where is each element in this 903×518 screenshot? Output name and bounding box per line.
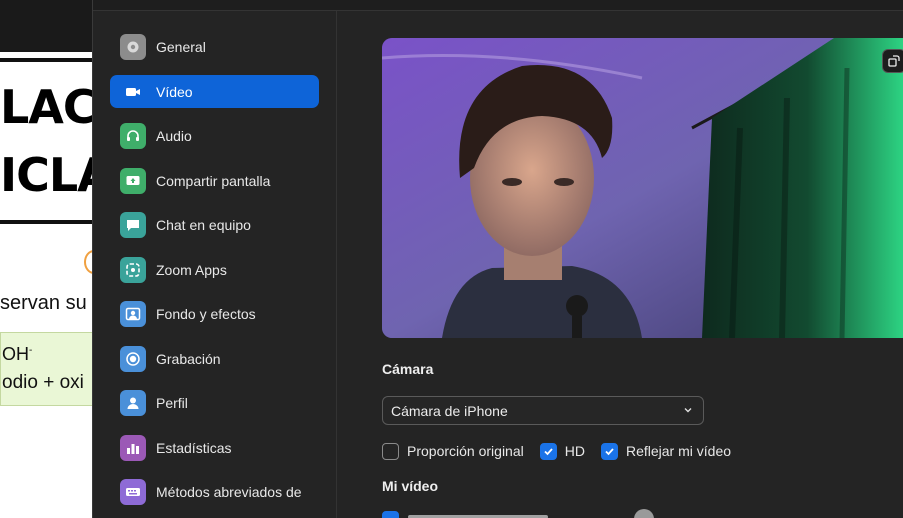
original-ratio-checkbox[interactable] — [382, 442, 399, 460]
sidebar-item-background-effects[interactable]: Fondo y efectos — [110, 297, 319, 330]
document-text-line-2-sup: - — [29, 345, 33, 356]
sidebar-item-general[interactable]: General — [110, 30, 319, 63]
sidebar-item-label: Grabación — [156, 350, 221, 367]
share-screen-icon — [120, 167, 146, 194]
sidebar-item-share-screen[interactable]: Compartir pantalla — [110, 164, 319, 197]
slider-thumb[interactable] — [634, 509, 654, 518]
apps-icon — [120, 256, 146, 283]
camera-preview — [382, 38, 903, 338]
settings-titlebar — [93, 0, 903, 11]
checkmark-icon — [544, 447, 553, 455]
sidebar-item-statistics[interactable]: Estadísticas — [110, 431, 319, 464]
my-video-option-label-cut — [408, 510, 548, 518]
document-text-line-2: OH- — [2, 344, 32, 365]
document-text-line-2-main: OH — [2, 344, 29, 364]
sidebar-item-label: Perfil — [156, 394, 188, 411]
rotate-camera-button[interactable] — [882, 49, 903, 73]
background-window-topbar — [0, 0, 92, 52]
document-title-line-1: LAC — [0, 80, 92, 134]
chevron-down-icon — [684, 408, 692, 413]
orange-circle-mark — [84, 250, 92, 274]
rotate-icon — [888, 55, 900, 67]
camera-section-title: Cámara — [382, 361, 434, 377]
sidebar-item-video[interactable]: Vídeo — [110, 75, 319, 108]
hd-checkbox[interactable] — [539, 442, 557, 460]
camera-options-row: Proporción original HD Reflejar mi vídeo — [382, 440, 747, 462]
statistics-icon — [120, 434, 146, 461]
my-video-option-checkbox[interactable] — [382, 511, 399, 518]
original-ratio-label: Proporción original — [407, 443, 524, 459]
sidebar-item-audio[interactable]: Audio — [110, 119, 319, 152]
settings-window: General Vídeo Audio Compartir pantalla C… — [92, 0, 903, 518]
sidebar-item-zoom-apps[interactable]: Zoom Apps — [110, 253, 319, 286]
my-video-section-title: Mi vídeo — [382, 478, 439, 494]
sidebar-item-profile[interactable]: Perfil — [110, 386, 319, 419]
mirror-video-checkbox[interactable] — [600, 442, 618, 460]
profile-icon — [120, 389, 146, 416]
sidebar-item-team-chat[interactable]: Chat en equipo — [110, 208, 319, 241]
document-text-line-1: servan su — [0, 292, 87, 314]
sidebar-item-label: Métodos abreviados de — [156, 483, 302, 500]
background-document-window: LAC ICLA servan su OH- odio + oxi — [0, 0, 92, 518]
background-icon — [120, 300, 146, 327]
camera-select-value: Cámara de iPhone — [391, 402, 508, 419]
sidebar-item-label: Vídeo — [156, 83, 193, 100]
checkmark-icon — [605, 447, 614, 455]
sidebar-item-label: Zoom Apps — [156, 261, 227, 278]
video-settings-panel: Cámara Cámara de iPhone Proporción origi… — [338, 11, 903, 518]
chat-icon — [120, 211, 146, 238]
keyboard-icon — [120, 478, 146, 505]
sidebar-item-label: Audio — [156, 127, 192, 144]
sidebar-item-label: Estadísticas — [156, 439, 232, 456]
video-camera-icon — [120, 79, 146, 105]
sidebar-item-label: Chat en equipo — [156, 216, 251, 233]
record-icon — [120, 345, 146, 372]
document-text-line-3: odio + oxi — [2, 372, 84, 393]
sidebar-item-label: Fondo y efectos — [156, 305, 256, 322]
camera-select[interactable]: Cámara de iPhone — [382, 396, 704, 425]
sidebar-item-label: Compartir pantalla — [156, 172, 271, 189]
hd-label: HD — [564, 443, 585, 459]
sidebar-item-label: General — [156, 38, 206, 55]
headphones-icon — [120, 122, 146, 149]
mirror-video-label: Reflejar mi vídeo — [625, 443, 732, 459]
document-title-line-2: ICLA — [0, 148, 92, 202]
settings-sidebar: General Vídeo Audio Compartir pantalla C… — [93, 11, 337, 518]
sidebar-item-recording[interactable]: Grabación — [110, 342, 319, 375]
gear-icon — [120, 33, 146, 60]
sidebar-item-keyboard-shortcuts[interactable]: Métodos abreviados de — [110, 475, 319, 508]
